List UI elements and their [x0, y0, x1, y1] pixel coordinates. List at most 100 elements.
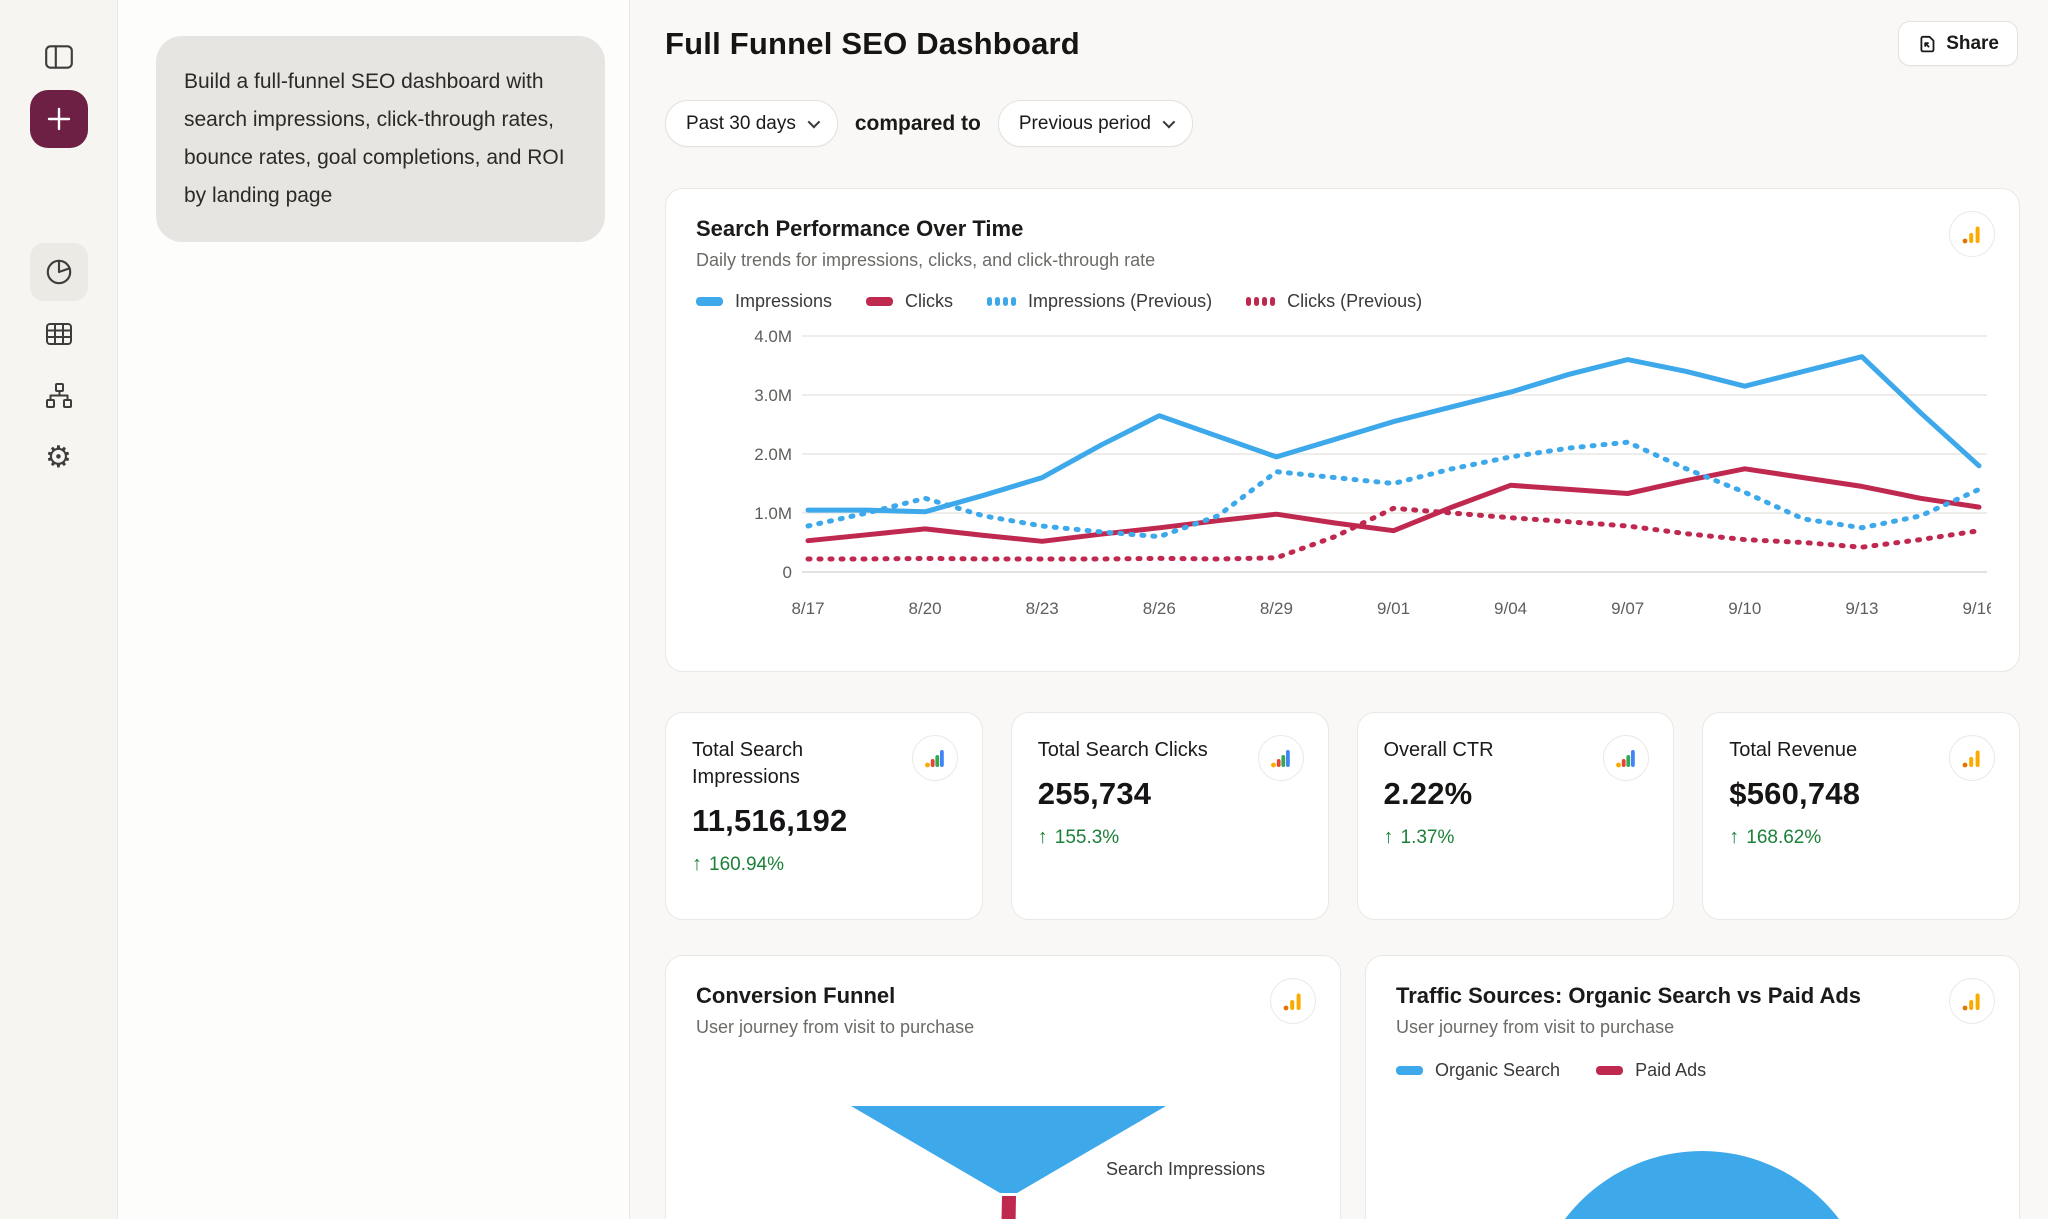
stat-change-value: 155.3%: [1055, 827, 1119, 849]
stat-card-total-search-impressions: Total Search Impressions 11,516,192 ↑ 16…: [665, 712, 983, 920]
arrow-up-icon: ↑: [1729, 826, 1739, 849]
svg-text:8/29: 8/29: [1260, 599, 1293, 618]
svg-text:8/26: 8/26: [1143, 599, 1176, 618]
stat-title: Total Search Clicks: [1038, 737, 1238, 764]
stat-value: 255,734: [1038, 776, 1302, 812]
chart-subtitle: Daily trends for impressions, clicks, an…: [696, 250, 1989, 271]
new-item-button[interactable]: [30, 90, 88, 148]
card-badge: [1258, 735, 1304, 781]
legend-item-clicks-previous[interactable]: Clicks (Previous): [1246, 291, 1422, 312]
plus-icon: [45, 105, 73, 133]
date-range-dropdown[interactable]: Past 30 days: [665, 100, 838, 147]
legend-label: Organic Search: [1435, 1060, 1560, 1081]
chart-title: Search Performance Over Time: [696, 216, 1989, 242]
stat-title: Overall CTR: [1384, 737, 1584, 764]
legend-label: Impressions (Previous): [1028, 291, 1212, 312]
legend-label: Paid Ads: [1635, 1060, 1706, 1081]
share-button[interactable]: Share: [1898, 21, 2018, 66]
compare-period-value: Previous period: [1019, 113, 1151, 135]
arrow-up-icon: ↑: [692, 853, 702, 876]
mini-bar-chart-orange-icon: [1961, 223, 1983, 245]
sidebar-item-settings[interactable]: ⚙: [30, 429, 88, 487]
legend-swatch-solid-crimson: [866, 297, 893, 306]
svg-text:8/23: 8/23: [1026, 599, 1059, 618]
filter-bar: Past 30 days compared to Previous period: [665, 100, 1193, 147]
stat-value: $560,748: [1729, 776, 1993, 812]
date-range-value: Past 30 days: [686, 113, 796, 135]
search-performance-card: Search Performance Over Time Daily trend…: [665, 188, 2020, 672]
svg-text:3.0M: 3.0M: [754, 386, 792, 405]
performance-line-chart[interactable]: 01.0M2.0M3.0M4.0M8/178/208/238/268/299/0…: [696, 326, 1991, 631]
stat-change-value: 160.94%: [709, 854, 784, 876]
chevron-down-icon: [1162, 116, 1175, 129]
legend-item-organic-search[interactable]: Organic Search: [1396, 1060, 1560, 1081]
legend-item-paid-ads[interactable]: Paid Ads: [1596, 1060, 1706, 1081]
funnel-chart[interactable]: Search Impressions Search Clicks: [666, 1086, 1342, 1219]
stat-change: ↑ 160.94%: [692, 853, 956, 876]
chart-title: Traffic Sources: Organic Search vs Paid …: [1396, 983, 1989, 1009]
card-badge: [1949, 735, 1995, 781]
legend-swatch-dotted-crimson: [1246, 297, 1275, 306]
panel-toggle-icon: [43, 42, 75, 72]
svg-text:9/16: 9/16: [1962, 599, 1991, 618]
stat-change: ↑ 1.37%: [1384, 826, 1648, 849]
user-prompt-bubble: Build a full-funnel SEO dashboard with s…: [156, 36, 605, 242]
chart-subtitle: User journey from visit to purchase: [696, 1017, 1310, 1038]
stat-value: 2.22%: [1384, 776, 1648, 812]
svg-text:9/01: 9/01: [1377, 599, 1410, 618]
pie-chart-icon: [43, 256, 75, 288]
legend-label: Impressions: [735, 291, 832, 312]
svg-text:8/20: 8/20: [909, 599, 942, 618]
svg-text:2.0M: 2.0M: [754, 445, 792, 464]
legend-swatch-solid-crimson: [1596, 1066, 1623, 1075]
svg-text:1.0M: 1.0M: [754, 504, 792, 523]
funnel-stage-search-clicks[interactable]: [997, 1196, 1016, 1219]
mini-bar-chart-orange-icon: [1961, 990, 1983, 1012]
sidebar-item-charts[interactable]: [30, 243, 88, 301]
hierarchy-icon: [43, 381, 75, 411]
chevron-down-icon: [807, 116, 820, 129]
sidebar-item-hierarchy[interactable]: [30, 367, 88, 425]
chart-title: Conversion Funnel: [696, 983, 1310, 1009]
app-sidebar: ⚙: [0, 0, 118, 1219]
mini-bar-chart-orange-icon: [1282, 990, 1304, 1012]
share-document-icon: [1917, 34, 1937, 54]
legend-label: Clicks (Previous): [1287, 291, 1422, 312]
sidebar-toggle-button[interactable]: [30, 28, 88, 86]
sidebar-item-table[interactable]: [30, 305, 88, 363]
share-button-label: Share: [1946, 33, 1999, 55]
chat-panel: Build a full-funnel SEO dashboard with s…: [118, 0, 630, 1219]
dashboard-main: Full Funnel SEO Dashboard Share Past 30 …: [630, 0, 2048, 1219]
stat-change: ↑ 155.3%: [1038, 826, 1302, 849]
pie-chart-organic-search[interactable]: [1530, 1151, 1874, 1219]
table-icon: [43, 319, 75, 349]
mini-bar-chart-orange-icon: [1961, 747, 1983, 769]
arrow-up-icon: ↑: [1038, 826, 1048, 849]
stat-change-value: 168.62%: [1746, 827, 1821, 849]
svg-text:9/07: 9/07: [1611, 599, 1644, 618]
legend-label: Clicks: [905, 291, 953, 312]
legend-item-impressions[interactable]: Impressions: [696, 291, 832, 312]
legend-swatch-dotted-blue: [987, 297, 1016, 306]
card-badge: [1270, 978, 1316, 1024]
compare-period-dropdown[interactable]: Previous period: [998, 100, 1193, 147]
card-badge: [1949, 211, 1995, 257]
card-badge: [912, 735, 958, 781]
chart-subtitle: User journey from visit to purchase: [1396, 1017, 1989, 1038]
svg-text:8/17: 8/17: [791, 599, 824, 618]
stat-value: 11,516,192: [692, 803, 956, 839]
legend-swatch-solid-blue: [1396, 1066, 1423, 1075]
arrow-up-icon: ↑: [1384, 826, 1394, 849]
stat-card-total-revenue: Total Revenue $560,748 ↑ 168.62%: [1702, 712, 2020, 920]
stat-change-value: 1.37%: [1401, 827, 1455, 849]
svg-text:0: 0: [783, 563, 792, 582]
mini-bar-chart-multicolor-icon: [1270, 747, 1292, 769]
chart-legend: Impressions Clicks Impressions (Previous…: [696, 291, 1989, 312]
traffic-sources-card: Traffic Sources: Organic Search vs Paid …: [1365, 955, 2020, 1219]
stat-title: Total Search Impressions: [692, 737, 892, 791]
page-title: Full Funnel SEO Dashboard: [665, 26, 1080, 62]
legend-item-clicks[interactable]: Clicks: [866, 291, 953, 312]
stat-card-total-search-clicks: Total Search Clicks 255,734 ↑ 155.3%: [1011, 712, 1329, 920]
legend-item-impressions-previous[interactable]: Impressions (Previous): [987, 291, 1212, 312]
funnel-stage-label: Search Impressions: [1106, 1159, 1265, 1180]
